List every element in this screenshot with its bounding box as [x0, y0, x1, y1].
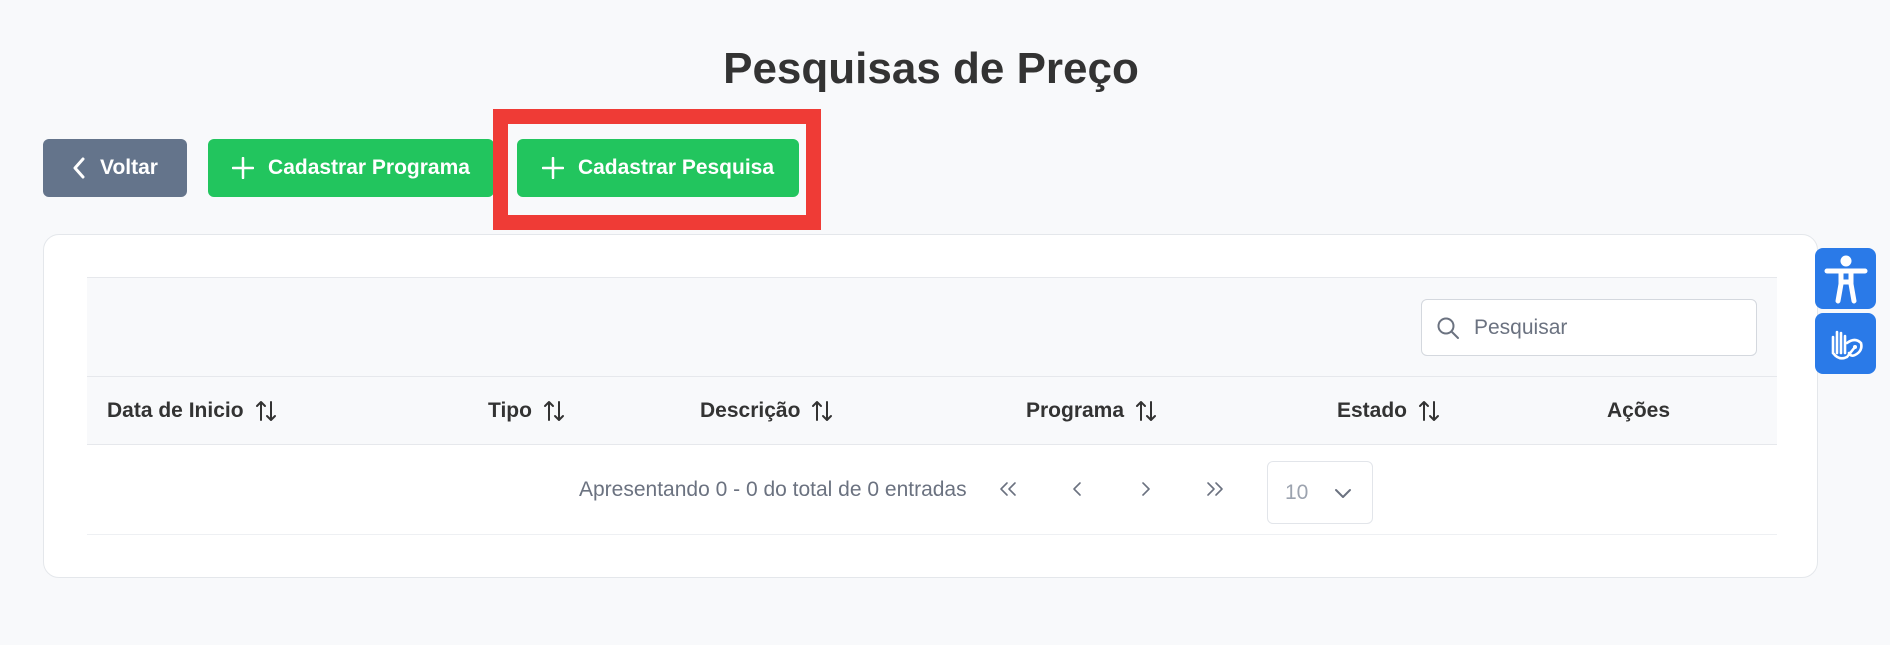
sort-icon [255, 401, 276, 421]
first-page-button[interactable] [990, 471, 1026, 507]
rows-per-page-dropdown[interactable]: 10 [1267, 461, 1373, 524]
chevron-left-icon [73, 157, 85, 179]
sign-language-button[interactable] [1815, 313, 1876, 374]
column-header-acoes: Ações [1607, 377, 1670, 445]
column-header-tipo[interactable]: Tipo [488, 377, 566, 445]
sort-icon [1419, 401, 1440, 421]
prev-page-button[interactable] [1059, 471, 1095, 507]
rows-per-page-value: 10 [1285, 480, 1309, 504]
next-page-button[interactable] [1128, 471, 1164, 507]
sort-icon [543, 401, 564, 421]
last-page-button[interactable] [1197, 471, 1233, 507]
chevron-left-icon [1073, 482, 1081, 496]
column-label: Ações [1607, 399, 1671, 422]
accessibility-button[interactable] [1815, 248, 1876, 309]
column-label: Data de Inicio [107, 399, 244, 422]
search-box[interactable] [1421, 299, 1757, 356]
new-program-button[interactable]: Cadastrar Programa [208, 139, 494, 197]
search-icon [1437, 317, 1459, 339]
sort-icon [1136, 401, 1157, 421]
double-chevron-right-icon [1207, 482, 1223, 496]
search-input[interactable] [1474, 315, 1734, 340]
page-title: Pesquisas de Preço [723, 44, 1139, 93]
column-label: Tipo [488, 399, 532, 422]
sign-language-icon [1831, 330, 1863, 360]
column-label: Estado [1337, 399, 1408, 422]
chevron-down-icon [1335, 488, 1352, 498]
new-program-label: Cadastrar Programa [268, 156, 470, 179]
accessibility-icon [1824, 255, 1867, 303]
table-toolbar [87, 277, 1777, 377]
column-label: Descrição [700, 399, 801, 422]
column-header-programa[interactable]: Programa [1026, 377, 1158, 445]
sort-icon [812, 401, 833, 421]
highlight-box [493, 109, 821, 230]
chevron-right-icon [1142, 482, 1150, 496]
plus-icon [232, 157, 255, 179]
table-card: Data de Inicio Tipo Descrição Programa E… [43, 234, 1818, 578]
column-header-descricao[interactable]: Descrição [700, 377, 834, 445]
double-chevron-left-icon [1000, 482, 1016, 496]
table-header: Data de Inicio Tipo Descrição Programa E… [87, 377, 1777, 445]
back-button-label: Voltar [100, 156, 158, 179]
column-header-estado[interactable]: Estado [1337, 377, 1441, 445]
column-label: Programa [1026, 399, 1125, 422]
column-header-data-inicio[interactable]: Data de Inicio [107, 377, 278, 445]
paginator: Apresentando 0 - 0 do total de 0 entrada… [87, 445, 1777, 535]
back-button[interactable]: Voltar [43, 139, 187, 197]
paginator-report: Apresentando 0 - 0 do total de 0 entrada… [579, 478, 967, 501]
